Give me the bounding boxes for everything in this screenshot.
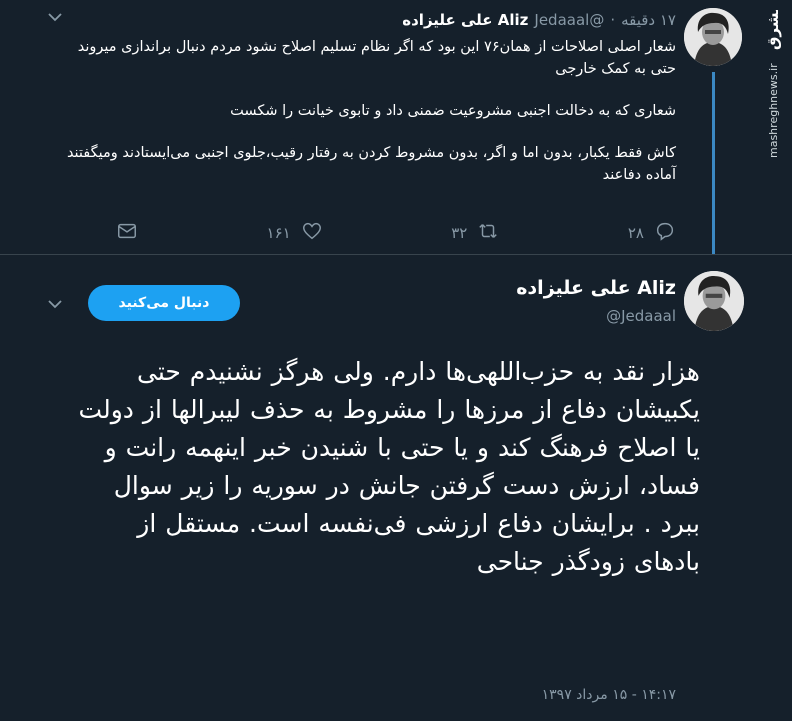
retweet-button[interactable]: ۳۲ [451, 220, 499, 246]
author-handle[interactable]: @Jedaaal [606, 307, 676, 325]
chevron-down-icon[interactable] [48, 10, 62, 26]
reply-count: ۲۸ [627, 224, 644, 242]
watermark-logo: mashreghnews.ir مشرق [756, 3, 784, 160]
following-button[interactable]: دنبال می‌کنید [88, 285, 240, 321]
reply-button[interactable]: ۲۸ [628, 220, 676, 246]
tweet-paragraph: کاش فقط یکبار، بدون اما و اگر، بدون مشرو… [66, 145, 676, 183]
tweet-timestamp[interactable]: ۱۴:۱۷ - ۱۵ مرداد ۱۳۹۷ [542, 687, 676, 703]
reply-icon [654, 220, 676, 246]
like-icon [301, 220, 323, 246]
avatar[interactable] [684, 8, 742, 66]
like-count: ۱۶۱ [266, 224, 291, 242]
author-handle[interactable]: @Jedaaal [534, 11, 604, 29]
author-name[interactable]: Aliz علی علیزاده [402, 11, 528, 29]
tweet-paragraph: شعاری که به دخالت اجنبی مشروعیت ضمنی داد… [230, 103, 676, 119]
tweet-text: هزار نقد به حزب‌اللهی‌ها دارم. ولی هرگز … [78, 357, 700, 576]
main-tweet: Aliz علی علیزاده @Jedaaal دنبال می‌کنید … [0, 254, 792, 721]
message-icon [116, 220, 138, 246]
chevron-down-icon[interactable] [48, 297, 62, 313]
tweet-actions: ۲۸ ۳۲ ۱۶۱ [116, 220, 676, 246]
like-button[interactable]: ۱۶۱ [267, 220, 323, 246]
reply-tweet[interactable]: Aliz علی علیزاده @Jedaaal · ۱۷ دقیقه شعا… [0, 0, 792, 256]
retweet-count: ۳۲ [451, 224, 468, 242]
svg-text:mashreghnews.ir: mashreghnews.ir [767, 63, 780, 158]
retweet-icon [477, 220, 499, 246]
separator-dot: · [610, 11, 616, 29]
svg-text:مشرق: مشرق [764, 10, 782, 50]
tweet-paragraph: شعار اصلی اصلاحات از همان۷۶ این بود که ا… [77, 39, 676, 77]
avatar[interactable] [684, 271, 744, 331]
message-button[interactable] [116, 220, 138, 246]
tweet-header: Aliz علی علیزاده @Jedaaal · ۱۷ دقیقه [402, 8, 676, 32]
author-name[interactable]: Aliz علی علیزاده [516, 277, 676, 299]
tweet-text: شعار اصلی اصلاحات از همان۷۶ این بود که ا… [66, 36, 676, 206]
tweet-time[interactable]: ۱۷ دقیقه [621, 11, 676, 29]
thread-line [712, 72, 715, 256]
